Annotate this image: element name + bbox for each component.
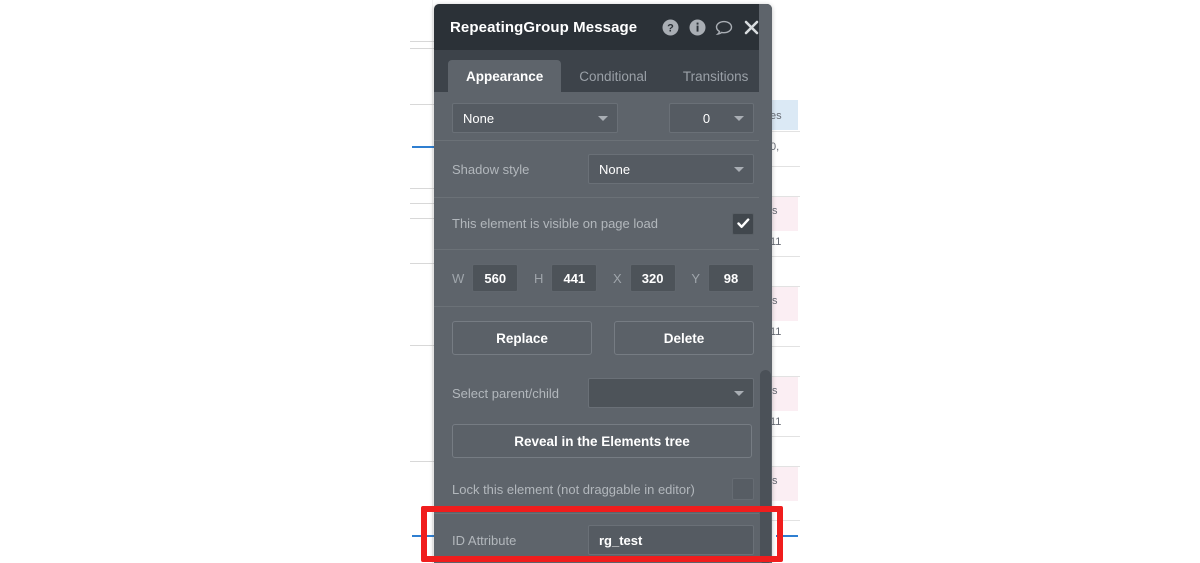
- check-icon: [736, 218, 749, 228]
- canvas-gridline: [410, 188, 434, 189]
- reveal-row: Reveal in the Elements tree: [434, 417, 772, 465]
- canvas-gridline: [410, 218, 434, 219]
- panel-header: RepeatingGroup Message ?: [434, 4, 772, 50]
- canvas-blue-guide: [412, 146, 434, 148]
- x-position-input[interactable]: 320: [629, 264, 676, 292]
- info-icon[interactable]: [688, 18, 706, 36]
- border-roundness-select[interactable]: 0: [669, 103, 754, 133]
- lock-element-label: Lock this element (not draggable in edit…: [452, 481, 695, 497]
- border-style-value: None: [463, 110, 495, 126]
- help-icon[interactable]: ?: [661, 18, 679, 36]
- svg-text:?: ?: [667, 22, 674, 34]
- id-attribute-row: ID Attribute rg_test: [434, 514, 772, 563]
- shadow-style-select[interactable]: None: [588, 154, 754, 184]
- canvas-blue-guide: [776, 535, 798, 537]
- visible-on-load-row: This element is visible on page load: [434, 198, 772, 249]
- visible-on-load-checkbox[interactable]: [732, 212, 754, 235]
- tab-transitions[interactable]: Transitions: [665, 60, 767, 92]
- width-input[interactable]: 560: [472, 264, 519, 292]
- screenshot-root: es 0, s 11 s 11 s 11 s RepeatingGroup Me…: [0, 0, 1200, 563]
- y-position-input[interactable]: 98: [707, 264, 754, 292]
- shadow-style-row: Shadow style None: [434, 141, 772, 197]
- chevron-down-icon: [734, 167, 744, 172]
- canvas-gridline: [410, 48, 434, 49]
- canvas-gridline: [410, 104, 434, 105]
- canvas-table-line: [772, 520, 800, 521]
- canvas-table-line: [772, 131, 800, 132]
- panel-body: None 0 Shadow style None This element is…: [434, 92, 772, 563]
- chevron-down-icon: [734, 116, 744, 121]
- actions-row: Replace Delete: [434, 307, 772, 369]
- border-roundness-value: 0: [702, 110, 711, 126]
- y-position-label: Y: [691, 270, 700, 286]
- comment-icon[interactable]: [715, 18, 733, 36]
- tab-conditional[interactable]: Conditional: [561, 60, 665, 92]
- x-position-label: X: [612, 270, 622, 286]
- panel-scrollbar-thumb[interactable]: [760, 370, 771, 563]
- select-parent-child-dropdown[interactable]: [588, 378, 754, 408]
- border-row: None 0: [434, 92, 772, 140]
- lock-element-checkbox[interactable]: [732, 478, 754, 500]
- chevron-down-icon: [598, 116, 608, 121]
- dimensions-row: W 560 H 441 X 320 Y 98: [434, 250, 772, 306]
- property-editor-panel: RepeatingGroup Message ? Appearance Cond…: [434, 4, 772, 563]
- id-attribute-label: ID Attribute: [452, 532, 517, 548]
- panel-tabs: Appearance Conditional Transitions: [434, 50, 772, 92]
- lock-element-row: Lock this element (not draggable in edit…: [434, 465, 772, 513]
- canvas-gridline: [410, 263, 434, 264]
- border-style-select[interactable]: None: [452, 103, 618, 133]
- id-attribute-input[interactable]: rg_test: [588, 525, 754, 555]
- close-icon[interactable]: [742, 18, 760, 36]
- panel-scrollbar-track[interactable]: [759, 4, 772, 563]
- width-label: W: [452, 270, 465, 286]
- canvas-table-line: [772, 346, 800, 347]
- panel-header-icons: ?: [661, 18, 760, 36]
- panel-title: RepeatingGroup Message: [450, 18, 638, 36]
- canvas-text-fragment: s: [772, 475, 778, 487]
- canvas-gridline: [410, 461, 434, 462]
- canvas-table-line: [772, 166, 800, 167]
- tab-appearance[interactable]: Appearance: [448, 60, 562, 92]
- reveal-in-elements-tree-button[interactable]: Reveal in the Elements tree: [452, 424, 752, 458]
- canvas-table-line: [772, 436, 800, 437]
- select-parent-child-label: Select parent/child: [452, 385, 559, 401]
- canvas-gridline: [410, 345, 434, 346]
- shadow-style-value: None: [599, 161, 631, 177]
- height-label: H: [533, 270, 544, 286]
- canvas-gridline: [410, 41, 434, 42]
- visible-on-load-label: This element is visible on page load: [452, 216, 658, 231]
- chevron-down-icon: [734, 391, 744, 396]
- height-input[interactable]: 441: [551, 264, 598, 292]
- canvas-blue-guide: [412, 535, 434, 537]
- shadow-style-label: Shadow style: [452, 161, 530, 177]
- canvas-table-line: [772, 256, 800, 257]
- select-parent-child-row: Select parent/child: [434, 369, 772, 417]
- canvas-vertical-guide: [432, 0, 433, 563]
- replace-button[interactable]: Replace: [452, 321, 592, 355]
- canvas-gridline: [410, 203, 434, 204]
- canvas-text-fragment: s: [772, 385, 778, 397]
- canvas-text-fragment: s: [772, 205, 778, 217]
- delete-button[interactable]: Delete: [614, 321, 754, 355]
- canvas-text-fragment: s: [772, 295, 778, 307]
